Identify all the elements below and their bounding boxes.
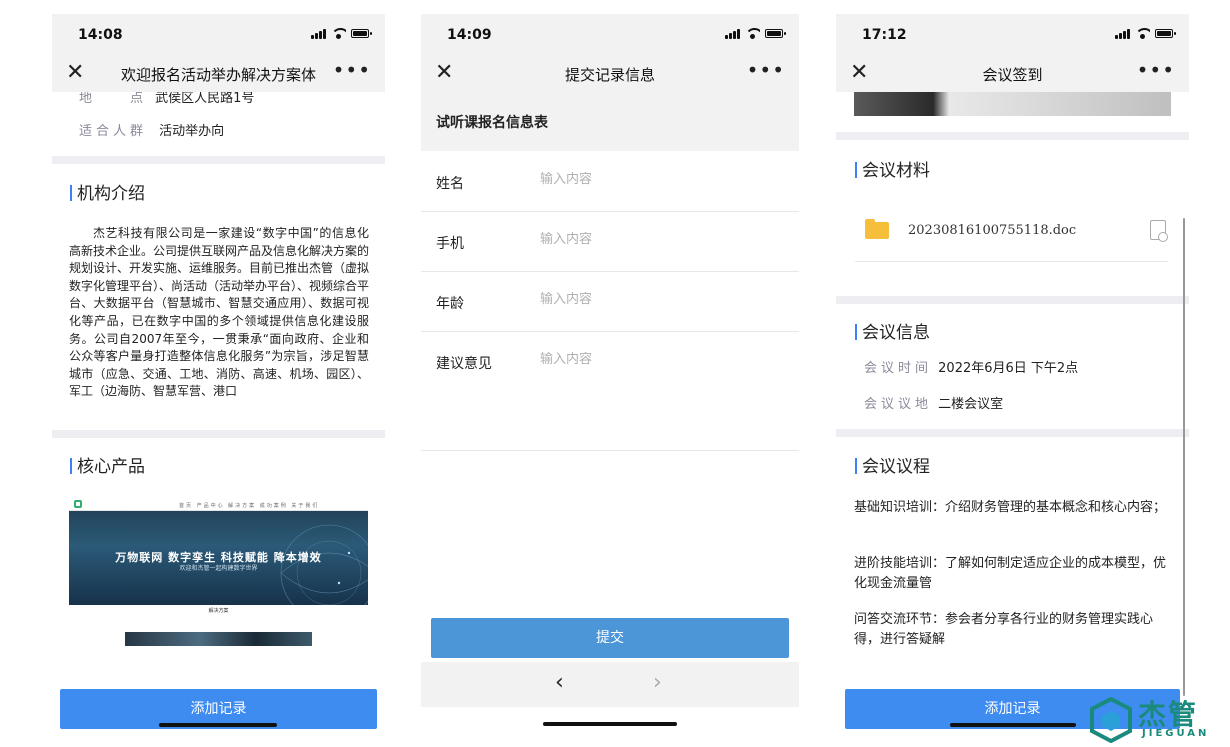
meeting-time-label: 会议时间: [864, 361, 933, 376]
suggestion-input[interactable]: [540, 352, 770, 367]
meeting-place-row: 会议议地 二楼会议室: [864, 393, 1003, 412]
divider: [52, 430, 385, 438]
submit-button[interactable]: 提交: [431, 618, 789, 658]
more-icon[interactable]: •••: [1137, 58, 1175, 82]
audience-row: 适合人群 活动举办向: [79, 120, 224, 139]
phone-meeting-page: 会议材料 20230816100755118.doc 会议信息 会议时间 202…: [836, 14, 1189, 734]
status-time: 17:12: [862, 27, 907, 43]
age-label: 年龄: [436, 296, 464, 312]
browser-toolbar: ‹ ›: [421, 662, 799, 707]
solutions-title: 解决方案: [208, 608, 229, 614]
divider: [836, 132, 1189, 140]
back-arrow-icon[interactable]: ‹: [555, 670, 564, 695]
meeting-place-value: 二楼会议室: [938, 397, 1004, 412]
meeting-time-value: 2022年6月6日 下午2点: [938, 361, 1079, 376]
banner-subtitle: 欢迎和杰管一起构建数字世界: [179, 565, 258, 572]
page-title: 提交记录信息: [564, 66, 655, 84]
divider: [836, 296, 1189, 304]
phone-input[interactable]: [540, 232, 770, 247]
scrollbar[interactable]: [1183, 218, 1185, 696]
name-label: 姓名: [436, 176, 464, 192]
battery-icon: [765, 29, 786, 38]
solutions-image: [125, 632, 312, 646]
section-title-materials: 会议材料: [855, 156, 930, 181]
org-description: 杰艺科技有限公司是一家建设“数字中国”的信息化高新技术企业。公司提供互联网产品及…: [69, 226, 370, 399]
nav-bar: ✕ 欢迎报名活动举办解决方案体 •••: [52, 56, 385, 92]
phone-form-page: 14:09 ✕ 提交记录信息 ••• 试听课报名信息表 姓名 手机 年龄 建议意…: [421, 14, 799, 734]
section-title-info: 会议信息: [855, 318, 930, 343]
form-row-name: 姓名: [421, 152, 799, 212]
status-bar: 14:08: [52, 14, 385, 56]
form-row-age: 年龄: [421, 272, 799, 332]
signal-icon: [311, 28, 326, 39]
jieguan-logo: 杰管 JIEGUAN: [1090, 693, 1220, 745]
product-banner-image: 首页 产品中心 解决方案 成功案例 关于我们 万物联网 数字孪生 科技赋能 降本…: [69, 497, 368, 605]
status-time: 14:09: [447, 27, 492, 43]
home-indicator: [159, 723, 277, 727]
meeting-photo: [854, 92, 1171, 116]
wifi-icon: [331, 28, 346, 39]
form-row-phone: 手机: [421, 212, 799, 272]
page-title: 欢迎报名活动举办解决方案体: [120, 66, 316, 84]
phone-activity-page: 地 点 武侯区人民路1号 适合人群 活动举办向 机构介绍 杰艺科技有限公司是一家…: [52, 14, 385, 734]
status-time: 14:08: [78, 27, 123, 43]
logo-subtitle: JIEGUAN: [1142, 728, 1210, 739]
banner-nav: 首页 产品中心 解决方案 成功案例 关于我们: [179, 503, 320, 509]
name-input[interactable]: [540, 172, 770, 187]
status-bar: 14:09: [421, 14, 799, 56]
page-title: 会议签到: [982, 66, 1043, 84]
status-bar: 17:12: [836, 14, 1189, 56]
cube-logo-icon: [1090, 697, 1132, 743]
folder-icon: [865, 219, 889, 239]
close-icon[interactable]: ✕: [435, 61, 453, 85]
close-icon[interactable]: ✕: [850, 61, 868, 85]
preview-document-icon[interactable]: [1150, 220, 1168, 242]
agenda-item: 基础知识培训：介绍财务管理的基本概念和核心内容；: [854, 500, 1167, 515]
nav-bar: ✕ 会议签到 •••: [836, 56, 1189, 92]
agenda-item: 进阶技能培训：了解如何制定适应企业的成本模型，优化现金流量管: [854, 556, 1167, 591]
audience-value: 活动举办向: [159, 124, 225, 139]
solutions-preview: 解决方案: [69, 605, 368, 650]
signal-icon: [1115, 28, 1130, 39]
close-icon[interactable]: ✕: [66, 61, 84, 85]
forward-arrow-icon[interactable]: ›: [653, 670, 662, 695]
meeting-place-label: 会议议地: [864, 397, 933, 412]
divider: [836, 429, 1189, 437]
age-input[interactable]: [540, 292, 770, 307]
meeting-time-row: 会议时间 2022年6月6日 下午2点: [864, 357, 1078, 376]
audience-label: 适合人群: [79, 124, 148, 139]
form-header: 试听课报名信息表: [421, 92, 799, 151]
agenda-item: 问答交流环节：参会者分享各行业的财务管理实践心得，进行答疑解: [854, 612, 1154, 647]
battery-icon: [1155, 29, 1176, 38]
file-name: 20230816100755118.doc: [908, 223, 1077, 238]
nav-bar: ✕ 提交记录信息 •••: [421, 56, 799, 92]
section-title-agenda: 会议议程: [855, 452, 930, 477]
signal-icon: [725, 28, 740, 39]
divider: [52, 156, 385, 164]
form-row-suggestion: 建议意见: [421, 332, 799, 451]
file-item[interactable]: 20230816100755118.doc: [855, 210, 1168, 262]
wifi-icon: [1135, 28, 1150, 39]
more-icon[interactable]: •••: [333, 58, 371, 82]
wifi-icon: [745, 28, 760, 39]
section-title-org: 机构介绍: [70, 179, 145, 204]
section-title-products: 核心产品: [70, 452, 145, 477]
logo-name: 杰管: [1138, 698, 1199, 731]
suggestion-label: 建议意见: [436, 356, 492, 372]
banner-logo-icon: [74, 500, 82, 508]
form-heading: 试听课报名信息表: [436, 115, 548, 131]
address-value: 武侯区人民路1号: [155, 91, 255, 106]
home-indicator: [543, 722, 677, 726]
more-icon[interactable]: •••: [747, 58, 785, 82]
phone-label: 手机: [436, 236, 464, 252]
home-indicator: [950, 723, 1076, 727]
battery-icon: [351, 29, 372, 38]
